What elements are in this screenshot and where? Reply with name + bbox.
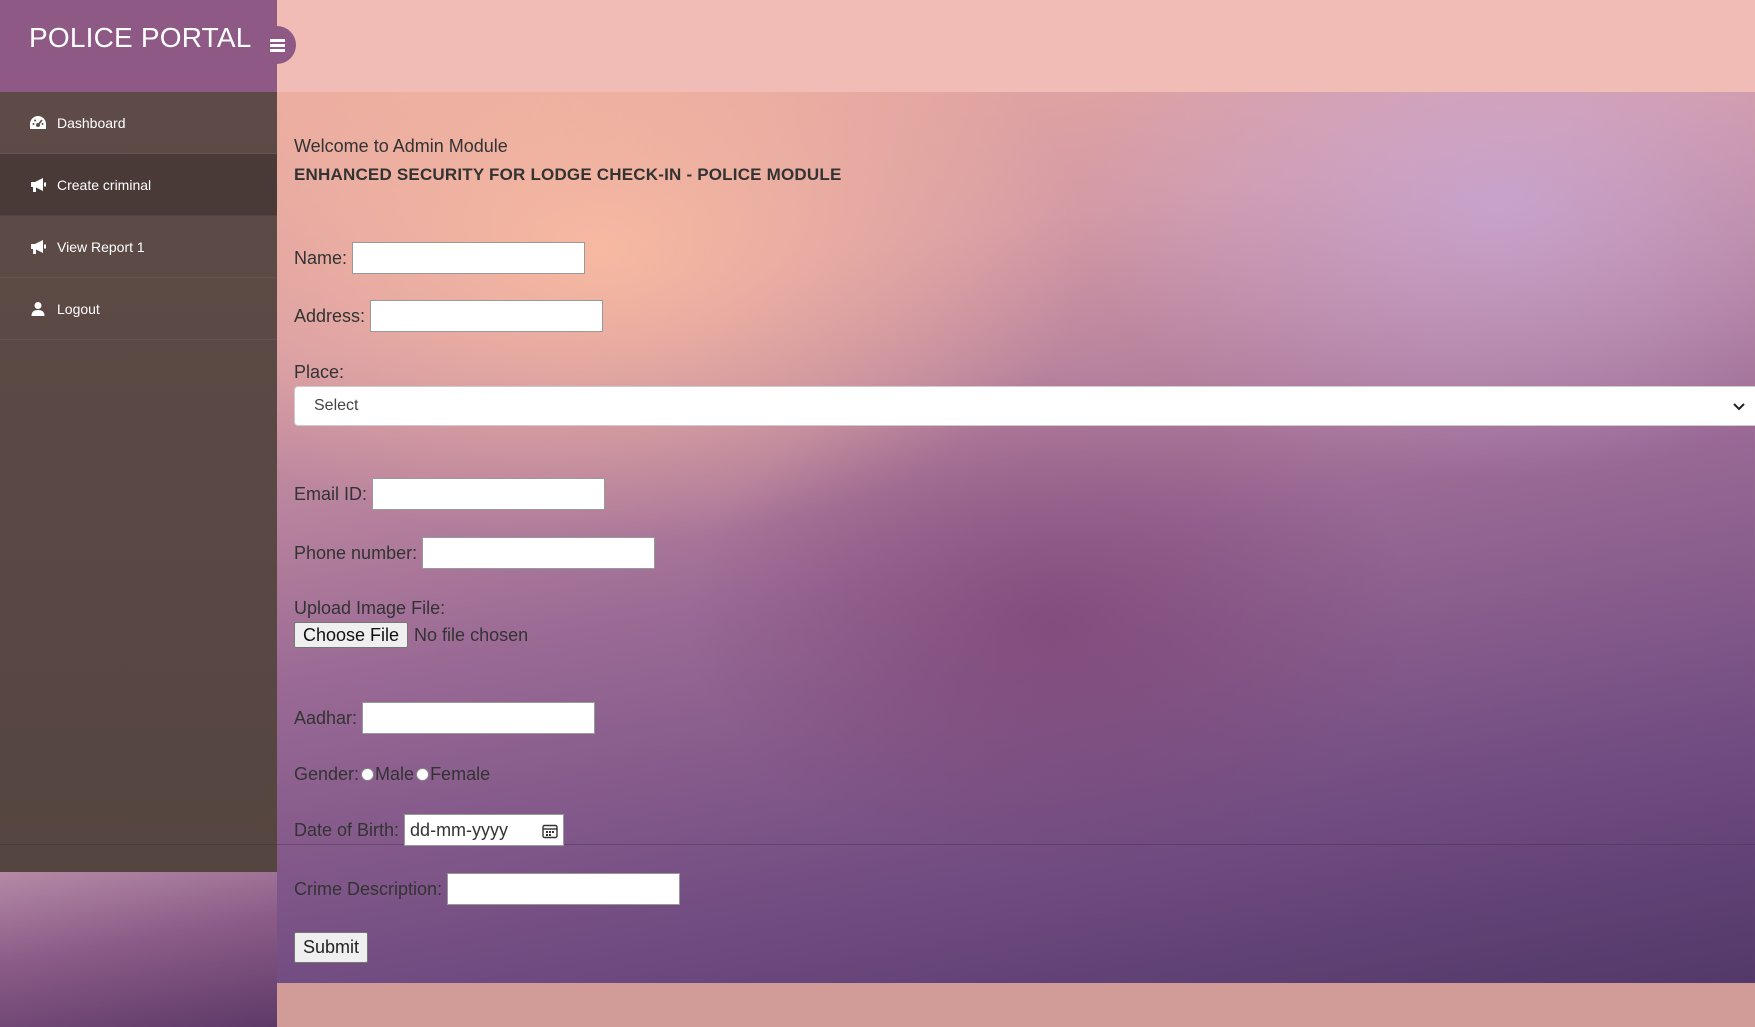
name-input[interactable]: [352, 242, 586, 274]
choose-file-button[interactable]: Choose File: [294, 622, 409, 648]
file-status: No file chosen: [414, 624, 529, 645]
sidebar: Dashboard Create criminal View Report 1: [0, 92, 277, 872]
name-row: Name:: [294, 242, 586, 274]
gender-label: Gender:: [294, 764, 360, 784]
crime-row: Crime Description:: [294, 873, 681, 905]
dashboard-icon: [28, 115, 48, 131]
app-title: POLICE PORTAL: [29, 22, 252, 53]
sidebar-item-label: Logout: [57, 300, 100, 317]
sidebar-item-label: Create criminal: [57, 176, 152, 193]
email-input[interactable]: [372, 478, 606, 510]
place-select[interactable]: Select: [294, 386, 1755, 426]
name-label: Name:: [294, 247, 348, 268]
sidebar-item-label: View Report 1: [57, 238, 145, 255]
sidebar-item-dashboard[interactable]: Dashboard: [0, 92, 277, 154]
upload-label: Upload Image File:: [294, 598, 446, 618]
gender-row: Gender: Male Female: [294, 764, 490, 785]
footer-bar: [277, 983, 1755, 1027]
top-bar: [277, 0, 1755, 92]
crime-description-input[interactable]: [447, 873, 681, 905]
user-icon: [28, 301, 48, 317]
place-row: Place:: [294, 362, 349, 383]
bullhorn-icon: [28, 177, 48, 193]
sidebar-bottom-background: [0, 872, 277, 1027]
brand-header: POLICE PORTAL: [0, 0, 277, 92]
sidebar-item-logout[interactable]: Logout: [0, 278, 277, 340]
gender-female-radio[interactable]: [416, 768, 430, 781]
upload-row: Upload Image File:: [294, 598, 450, 619]
crime-label: Crime Description:: [294, 878, 443, 899]
dob-row: Date of Birth: dd-mm-yyyy: [294, 814, 565, 846]
gender-female-label: Female: [430, 764, 491, 784]
submit-button[interactable]: Submit: [294, 932, 369, 963]
sidebar-item-create-criminal[interactable]: Create criminal: [0, 154, 277, 216]
address-label: Address:: [294, 305, 366, 326]
aadhar-input[interactable]: [362, 702, 596, 734]
aadhar-label: Aadhar:: [294, 707, 358, 728]
phone-label: Phone number:: [294, 542, 418, 563]
email-label: Email ID:: [294, 483, 368, 504]
hamburger-icon: [269, 39, 285, 52]
sidebar-item-label: Dashboard: [57, 114, 126, 131]
address-row: Address:: [294, 300, 604, 332]
email-row: Email ID:: [294, 478, 606, 510]
sidebar-item-view-report[interactable]: View Report 1: [0, 216, 277, 278]
file-upload: Choose File No file chosen: [294, 622, 528, 648]
gender-male-label: Male: [375, 764, 415, 784]
menu-toggle-button[interactable]: [258, 26, 296, 64]
chevron-down-icon: [1732, 400, 1746, 419]
bullhorn-icon: [28, 239, 48, 255]
address-input[interactable]: [370, 300, 604, 332]
horizontal-divider: [0, 844, 1755, 845]
aadhar-row: Aadhar:: [294, 702, 596, 734]
dob-label: Date of Birth:: [294, 819, 400, 840]
module-title: ENHANCED SECURITY FOR LODGE CHECK-IN - P…: [294, 165, 842, 184]
main-content-header: Welcome to Admin Module ENHANCED SECURIT…: [294, 136, 1755, 185]
place-selected-value: Select: [314, 397, 359, 414]
calendar-icon[interactable]: [542, 823, 558, 844]
place-label: Place:: [294, 362, 345, 382]
phone-row: Phone number:: [294, 537, 656, 569]
welcome-text: Welcome to Admin Module: [294, 136, 508, 156]
phone-input[interactable]: [422, 537, 656, 569]
dob-placeholder: dd-mm-yyyy: [410, 819, 509, 840]
dob-input[interactable]: dd-mm-yyyy: [404, 814, 565, 846]
gender-male-radio[interactable]: [361, 768, 375, 781]
